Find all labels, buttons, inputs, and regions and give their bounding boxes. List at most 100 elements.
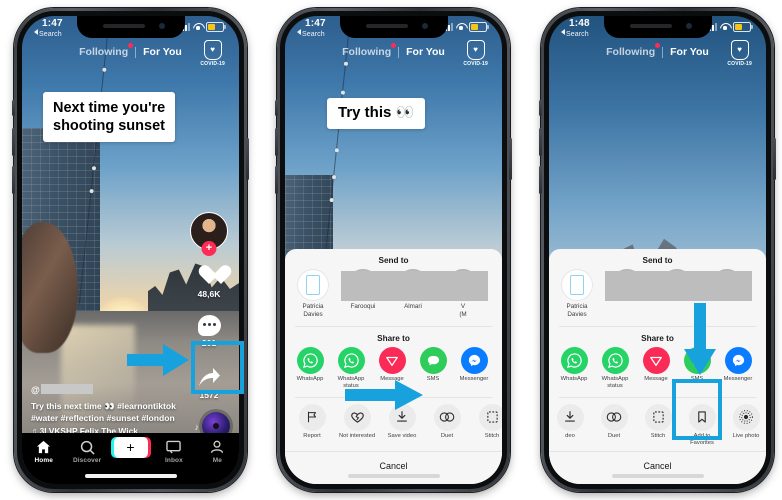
power-button[interactable]	[773, 138, 776, 180]
share-app-label: Inst	[498, 376, 502, 383]
action-duet[interactable]: Duet	[595, 403, 633, 447]
contact-item[interactable]: Patricia Davies	[557, 269, 597, 319]
action-label: Live photo	[732, 432, 760, 439]
video-actions-row: deo Duet Stitch Add to Favorites Live ph…	[549, 398, 766, 451]
share-app-instagram[interactable]: Inst	[762, 347, 766, 390]
wifi-icon	[193, 23, 203, 31]
stitch-icon	[478, 403, 502, 431]
action-label: Report	[303, 432, 321, 439]
share-app-label: WhatsApp	[296, 376, 324, 383]
annotation-arrow-right-2	[345, 380, 423, 410]
like-button[interactable]: 48,6K	[186, 263, 232, 299]
tab-separator	[398, 46, 400, 58]
status-time: 1:48	[569, 18, 590, 29]
share-app-whatsapp[interactable]: WhatsApp	[557, 347, 591, 390]
volume-up-button[interactable]	[539, 128, 542, 156]
search-icon	[65, 438, 108, 456]
volume-down-button[interactable]	[539, 166, 542, 194]
phone-screen: 1:47 Search Following For You ♥ COVID-19…	[285, 16, 502, 484]
action-stitch[interactable]: Stitch	[473, 403, 502, 447]
tab-for-you[interactable]: For You	[143, 46, 182, 58]
mute-switch[interactable]	[12, 100, 15, 116]
create-plus-icon[interactable]: +	[110, 436, 151, 458]
share-app-label: Inst	[762, 376, 766, 383]
tabbar-item-discover[interactable]: Discover	[65, 438, 108, 464]
tab-following[interactable]: Following	[342, 43, 397, 58]
covid-info-button[interactable]: ♥ COVID-19	[727, 40, 752, 67]
tabbar-item-create[interactable]: +	[109, 436, 152, 458]
flag-icon	[298, 403, 326, 431]
cancel-button[interactable]: Cancel	[549, 451, 766, 484]
share-app-label: Messenger	[723, 376, 753, 383]
tabbar-item-inbox[interactable]: Inbox	[152, 438, 195, 464]
contact-name: Patricia Davies	[302, 303, 324, 319]
covid-info-button[interactable]: ♥ COVID-19	[200, 40, 225, 67]
download-icon	[556, 403, 584, 431]
power-button[interactable]	[509, 138, 512, 180]
action-not-interested[interactable]: Not interested	[338, 403, 376, 447]
tabbar-label: Home	[34, 457, 53, 464]
share-button-highlight	[191, 341, 244, 394]
phone-3: 1:48 Search Following For You ♥ COVID-19…	[539, 8, 776, 492]
share-app-whatsapp[interactable]: WhatsApp	[293, 347, 327, 390]
comment-icon	[197, 314, 221, 336]
action-label: Not interested	[338, 432, 376, 439]
volume-down-button[interactable]	[275, 166, 278, 194]
share-app-label: WhatsApp status	[601, 376, 629, 390]
instagram-icon	[765, 347, 766, 375]
home-indicator[interactable]	[347, 474, 440, 478]
send-to-contacts: Patricia Davies Farooqui Almari V (M	[285, 269, 502, 326]
volume-up-button[interactable]	[12, 128, 15, 156]
volume-down-button[interactable]	[12, 166, 15, 194]
volume-up-button[interactable]	[275, 128, 278, 156]
contact-item[interactable]: Patricia Davies	[293, 269, 333, 319]
action-save-video[interactable]: Save video	[383, 403, 421, 447]
cancel-button[interactable]: Cancel	[285, 451, 502, 484]
notification-dot	[391, 43, 397, 48]
tab-following[interactable]: Following	[79, 43, 134, 58]
action-duet[interactable]: Duet	[428, 403, 466, 447]
action-label: deo	[565, 432, 575, 439]
tabbar-item-me[interactable]: Me	[196, 438, 239, 464]
action-label: Duet	[440, 432, 454, 439]
home-indicator[interactable]	[84, 474, 177, 478]
tab-separator	[135, 46, 137, 58]
status-back-label[interactable]: Search	[34, 29, 62, 38]
share-app-instagram[interactable]: Inst	[498, 347, 502, 390]
privacy-redaction	[341, 271, 488, 302]
duet-icon	[600, 403, 628, 431]
battery-icon	[206, 22, 226, 32]
avatar[interactable]: +	[190, 212, 228, 256]
follow-button[interactable]: +	[201, 241, 217, 256]
action-label: Save video	[387, 432, 417, 439]
battery-icon	[733, 22, 753, 32]
status-back-label[interactable]: Search	[297, 29, 325, 38]
share-app-message[interactable]: Message	[639, 347, 673, 390]
share-to-title: Share to	[377, 334, 410, 344]
tab-following[interactable]: Following	[606, 43, 661, 58]
author-handle[interactable]: @	[31, 385, 40, 395]
covid-label: COVID-19	[727, 61, 752, 67]
home-indicator[interactable]	[611, 474, 704, 478]
action-save-video[interactable]: deo	[551, 403, 589, 447]
tab-for-you[interactable]: For You	[406, 46, 445, 58]
mute-switch[interactable]	[275, 100, 278, 116]
share-app-whatsapp-status[interactable]: WhatsApp status	[598, 347, 632, 390]
covid-info-button[interactable]: ♥ COVID-19	[463, 40, 488, 67]
action-label: Stitch	[484, 432, 500, 439]
phone-screen: 1:48 Search Following For You ♥ COVID-19…	[549, 16, 766, 484]
tabbar-item-home[interactable]: Home	[22, 438, 65, 464]
power-button[interactable]	[246, 138, 249, 180]
annotation-arrow-down-3	[684, 303, 716, 375]
tab-for-you[interactable]: For You	[670, 46, 709, 58]
status-back-label[interactable]: Search	[561, 29, 589, 38]
mute-switch[interactable]	[539, 100, 542, 116]
share-app-messenger[interactable]: Messenger	[721, 347, 755, 390]
notification-dot	[128, 43, 134, 48]
action-report[interactable]: Report	[293, 403, 331, 447]
share-app-messenger[interactable]: Messenger	[457, 347, 491, 390]
send-to-title: Send to	[378, 256, 409, 266]
instagram-icon	[501, 347, 502, 375]
action-live-photo[interactable]: Live photo	[727, 403, 765, 447]
whatsapp-status-icon	[337, 347, 365, 375]
